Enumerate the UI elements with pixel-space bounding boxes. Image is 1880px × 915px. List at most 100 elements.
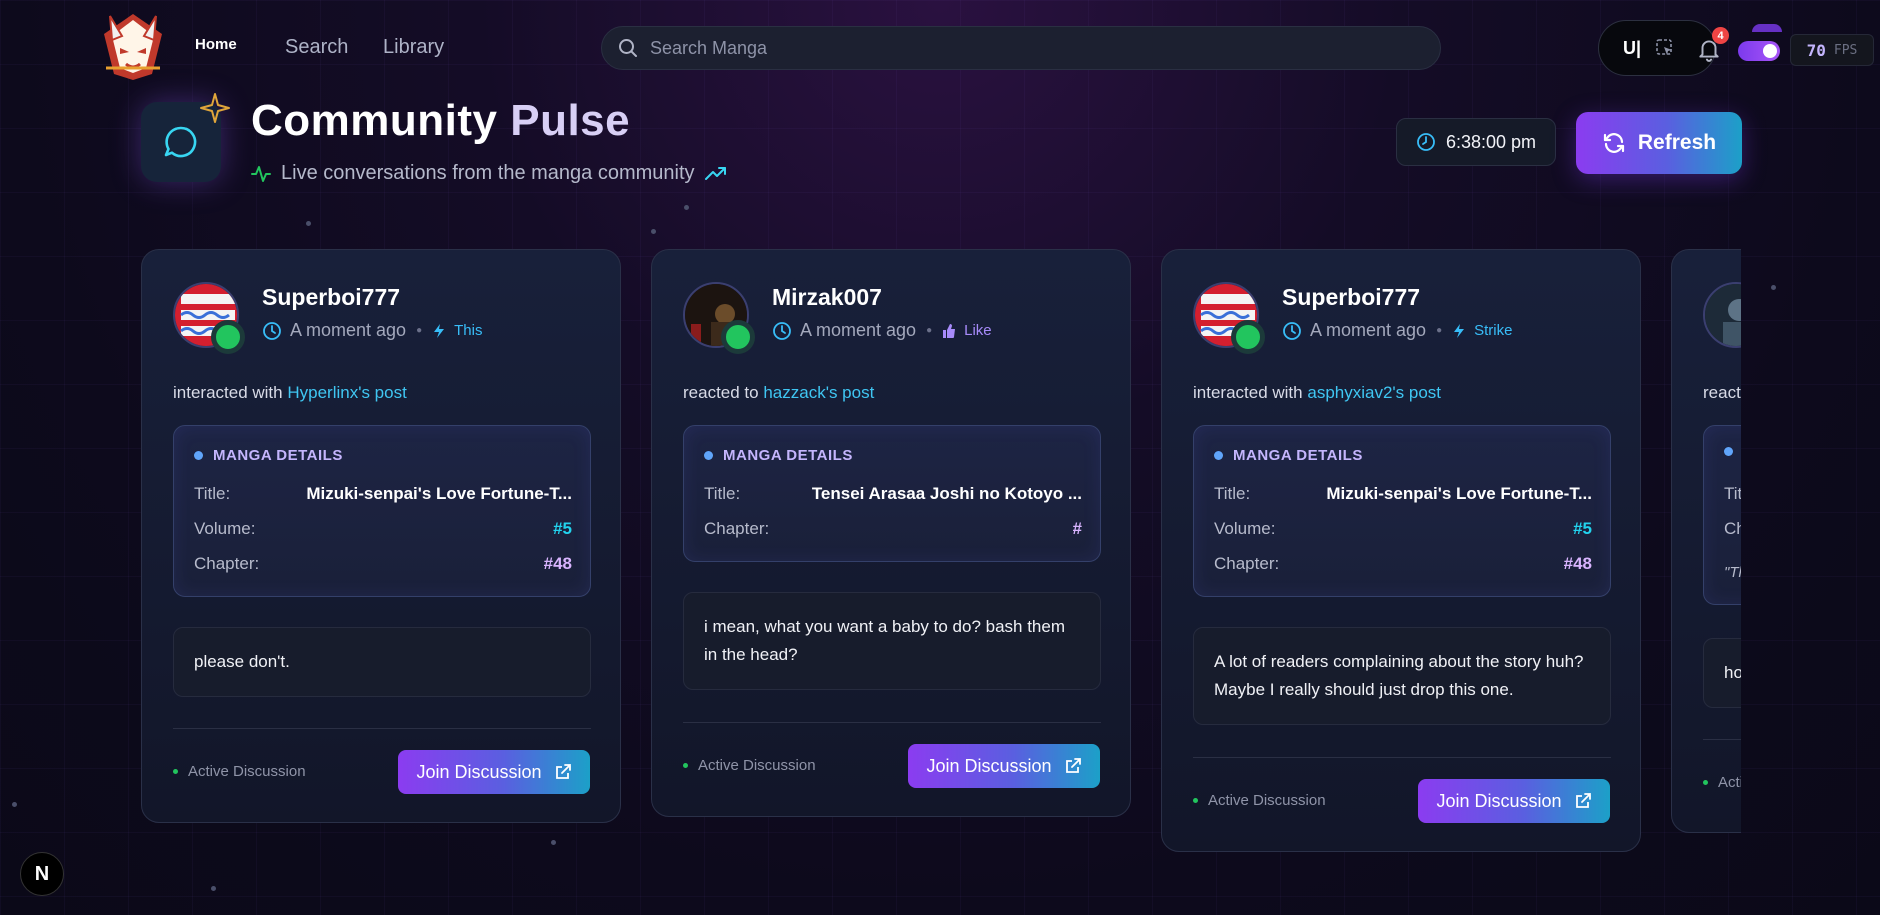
thumbs-up-icon	[943, 323, 956, 338]
detail-label: Title:	[1214, 484, 1251, 503]
comment-box: i mean, what you want a baby to do? bash…	[683, 592, 1101, 690]
activity-text: reacted to hazzack's post	[683, 383, 874, 403]
detail-label: Ch	[1724, 519, 1741, 538]
activity-text: interacted with asphyxiav2's post	[1193, 383, 1441, 403]
decor-dot	[684, 205, 689, 210]
nav-home-link[interactable]: Home	[195, 36, 237, 53]
user-avatar[interactable]	[1752, 24, 1782, 32]
username[interactable]: Mirzak007	[772, 284, 882, 311]
online-indicator	[211, 320, 245, 354]
details-heading: MANGA DETAILS	[194, 447, 343, 464]
activity-icon	[251, 165, 271, 182]
details-heading: MANGA DETAILS	[704, 447, 853, 464]
online-indicator	[721, 320, 755, 354]
comment-box: A lot of readers complaining about the s…	[1193, 627, 1611, 725]
join-discussion-button[interactable]: Join Discussion	[1418, 779, 1610, 823]
detail-row-quote: "Th	[1724, 564, 1741, 581]
clock-icon	[773, 321, 791, 340]
details-heading	[1724, 447, 1733, 456]
post-meta: A moment ago ● Like	[772, 320, 992, 341]
target-post-link[interactable]: asphyxiav2's post	[1307, 383, 1441, 402]
sparkle-icon	[200, 93, 230, 123]
discussion-status: Active Discussion	[1193, 792, 1326, 809]
join-label: Join Discussion	[926, 755, 1052, 776]
join-discussion-button[interactable]: Join Discussion	[398, 750, 590, 794]
fps-label: FPS	[1833, 42, 1858, 58]
username[interactable]: Superboi777	[262, 284, 400, 311]
detail-row-title: Title: Tensei Arasaa Joshi no Kotoyo ...	[704, 484, 1082, 504]
post-time: A moment ago	[290, 320, 407, 340]
reaction-type: This	[454, 322, 483, 339]
reaction-type: Strike	[1474, 322, 1513, 339]
fps-value: 70	[1806, 40, 1826, 60]
target-post-link[interactable]: hazzack's post	[763, 383, 874, 402]
detail-row-chapter: Chapter: #48	[194, 554, 572, 574]
clock-icon	[1417, 133, 1435, 151]
detail-label: Volume:	[1214, 519, 1276, 538]
detail-row-volume: Volume: #5	[194, 519, 572, 539]
detail-row-title: Titl	[1724, 484, 1741, 504]
status-text: Acti	[1718, 774, 1741, 791]
notification-badge: 4	[1712, 27, 1729, 44]
trending-up-icon	[704, 166, 726, 180]
manga-details-box: MANGA DETAILS Title: Tensei Arasaa Joshi …	[683, 425, 1101, 562]
details-title: MANGA DETAILS	[213, 447, 343, 464]
action-verb: react	[1703, 383, 1741, 402]
chat-bubble-icon	[164, 126, 197, 158]
post-time: A moment ago	[1310, 320, 1427, 340]
title-accent: Pulse	[510, 96, 631, 145]
detail-row-title: Title: Mizuki-senpai's Love Fortune-T...	[1214, 484, 1592, 504]
nav-library-link[interactable]: Library	[383, 36, 444, 59]
top-nav: Home Search Library U| 4 70 FPS	[0, 0, 1880, 96]
detail-label: Chapter:	[704, 519, 770, 538]
title-main: Community	[251, 96, 498, 145]
discussion-status: Active Discussion	[173, 763, 306, 780]
manga-title[interactable]: Mizuki-senpai's Love Fortune-T...	[306, 484, 572, 504]
discussion-status: Active Discussion	[683, 757, 816, 774]
activity-card: Mirzak007 A moment ago ● Like reacted to…	[651, 249, 1131, 817]
details-title: MANGA DETAILS	[1233, 447, 1363, 464]
refresh-icon	[1603, 133, 1624, 153]
lightning-icon	[434, 323, 445, 338]
fox-mask-logo[interactable]	[96, 10, 170, 84]
clock-time: 6:38:00 pm	[1445, 131, 1537, 152]
chapter-number: #	[1072, 519, 1082, 538]
username[interactable]: Superboi777	[1282, 284, 1420, 311]
discussion-status: Acti	[1703, 774, 1741, 791]
external-link-icon	[1575, 793, 1591, 808]
divider	[1193, 757, 1611, 758]
manga-details-box: Titl Ch "Th	[1703, 425, 1741, 605]
activity-card: Superboi777 A moment ago ● Strike intera…	[1161, 249, 1641, 852]
quote-snippet: "Th	[1724, 564, 1741, 581]
clock-display: 6:38:00 pm	[1396, 118, 1556, 166]
manga-title[interactable]: Tensei Arasaa Joshi no Kotoyo ...	[812, 484, 1082, 504]
activity-text: react	[1703, 383, 1741, 403]
search-bar[interactable]	[601, 26, 1441, 70]
online-indicator	[1231, 320, 1265, 354]
fps-counter: 70 FPS	[1790, 34, 1874, 66]
dev-tools-badge[interactable]: N	[20, 852, 64, 896]
details-heading: MANGA DETAILS	[1214, 447, 1363, 464]
refresh-button[interactable]: Refresh	[1576, 112, 1742, 174]
external-link-icon	[1065, 758, 1081, 773]
external-link-icon	[555, 764, 571, 779]
separator-dot: ●	[926, 325, 933, 336]
action-verb: reacted to	[683, 383, 759, 402]
details-title: MANGA DETAILS	[723, 447, 853, 464]
refresh-label: Refresh	[1637, 131, 1717, 154]
select-area-icon[interactable]	[1655, 38, 1675, 58]
nav-search-link[interactable]: Search	[285, 36, 348, 59]
search-input[interactable]	[650, 27, 1440, 69]
join-discussion-button[interactable]: Join Discussion	[908, 744, 1100, 788]
theme-toggle[interactable]	[1738, 41, 1780, 61]
divider	[1703, 739, 1741, 740]
status-text: Active Discussion	[1208, 792, 1326, 809]
user-avatar[interactable]	[1703, 282, 1741, 348]
detail-row-chapter: Chapter: #48	[1214, 554, 1592, 574]
post-time: A moment ago	[800, 320, 917, 340]
reaction-type: Like	[964, 322, 992, 339]
target-post-link[interactable]: Hyperlinx's post	[287, 383, 406, 402]
clock-icon	[263, 321, 281, 340]
detail-label: Title:	[704, 484, 741, 503]
manga-title[interactable]: Mizuki-senpai's Love Fortune-T...	[1326, 484, 1592, 504]
